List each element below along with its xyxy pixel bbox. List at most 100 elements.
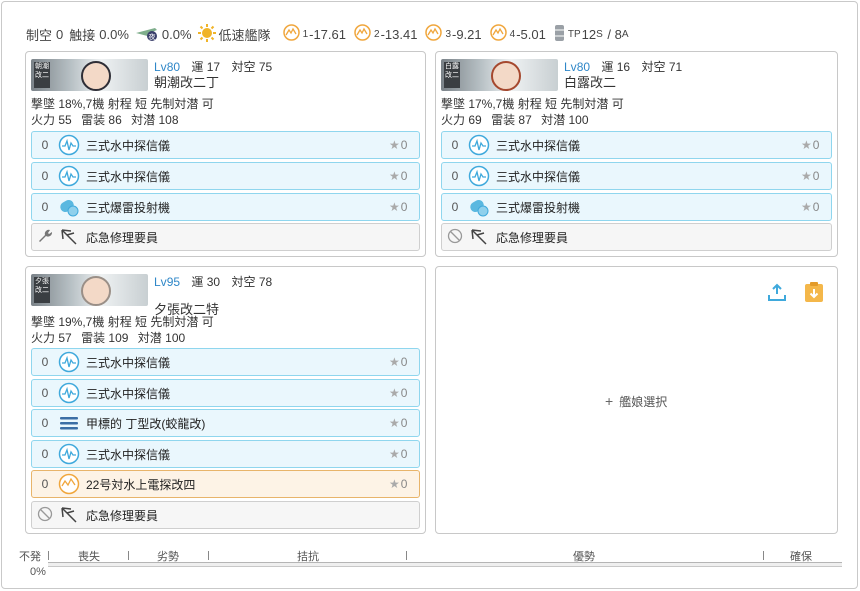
ship-banner-image[interactable]: 夕張 改二 [31,274,148,306]
equipment-slot[interactable]: 0 三式水中探信儀 0 [31,348,420,376]
level-label: Lv [154,275,167,289]
improvement-stars: 0 [801,200,831,214]
damecon-icon [58,226,80,248]
ship-stats-line-2: 火力 69 雷装 87 対潜 100 [441,113,589,128]
equipment-slot[interactable]: 0 三式水中探信儀 0 [31,131,420,159]
ship-stats-line-1: 撃墜 19%,7機 射程 短 先制対潜 可 [31,315,214,329]
los-value-3: -9.21 [452,26,482,42]
slot-count: 0 [451,200,459,214]
firepower-label: 火力 [31,331,56,345]
los-coef-2: 2 [374,28,380,40]
asw-label: 対潜 [137,331,162,345]
los-icon [425,24,443,44]
slot-count: 0 [41,416,49,430]
torpedo-value: 86 [108,113,122,127]
paste-icon[interactable] [804,281,824,308]
equipment-name: 三式水中探信儀 [496,169,581,184]
improvement-stars: 0 [389,355,419,369]
firepower-value: 69 [468,113,482,127]
result-left-value: 0% [30,566,46,578]
torpedo-value: 109 [108,331,129,345]
reinforcement-slot[interactable]: 応急修理要員 [441,223,832,251]
equipment-slot[interactable]: 0 三式爆雷投射機 0 [441,193,832,221]
tp-a-value: 8 [614,26,622,42]
midget-sub-icon [58,412,80,434]
torpedo-label: 雷装 [81,113,106,127]
equipment-name: 三式水中探信儀 [86,169,171,184]
los-icon [354,24,371,44]
torpedo-label: 雷装 [491,113,516,127]
equipment-name: 三式水中探信儀 [86,355,171,370]
ship-card[interactable]: 夕張 改二 Lv95 運 30 対空 78 夕張改二特 撃墜 19%,7機 射程 … [25,266,426,534]
improvement-stars: 0 [389,447,419,461]
bar-tick [48,551,49,560]
damecon-icon [58,504,80,526]
sonar-icon [58,443,80,465]
improvement-stars: 0 [389,416,419,430]
luck-value: 16 [616,60,631,74]
equipment-name: 三式爆雷投射機 [86,200,171,215]
fleet-speed: 低速艦隊 [218,27,271,43]
ship-card[interactable]: 白露 改二 Lv80 運 16 対空 71 白露改二 撃墜 17%,7機 射程 短… [435,51,838,257]
improvement-stars: 0 [389,477,419,491]
luck-label: 運 [191,275,204,289]
depth-charge-icon [468,196,490,218]
import-icon[interactable] [766,283,788,308]
tp-s-value: 12 [581,26,597,42]
ship-banner-image[interactable]: 白露 改二 [441,59,558,91]
reinforcement-slot[interactable]: 応急修理要員 [31,223,420,251]
reinforcement-slot[interactable]: 応急修理要員 [31,501,420,529]
improvement-stars: 0 [801,169,831,183]
depth-charge-icon [58,196,80,218]
equipment-name: 三式水中探信儀 [86,447,171,462]
equipment-slot[interactable]: 0 三式水中探信儀 0 [441,131,832,159]
equipment-name: 三式爆雷投射機 [496,200,581,215]
equipment-slot[interactable]: 0 三式水中探信儀 0 [441,162,832,190]
slot-count: 0 [41,355,49,369]
ship-header: Lv80 運 17 対空 75 朝潮改二丁 [154,60,272,91]
luck-value: 17 [206,60,221,74]
sonar-icon [58,134,80,156]
equipment-slot[interactable]: 0 三式水中探信儀 0 [31,440,420,468]
firepower-label: 火力 [441,113,466,127]
torpedo-value: 87 [518,113,532,127]
level-value: 95 [166,275,181,289]
equipment-slot[interactable]: 0 甲標的 丁型改(蛟龍改) 0 [31,409,420,437]
los-coef-1: 1 [302,28,309,40]
los-coef-4: 4 [509,28,516,40]
segment-label: 優勢 [573,551,595,563]
ship-name[interactable]: 白露改二 [564,75,616,90]
contact-value: 0.0% [99,26,129,42]
select-ship-button[interactable]: + 艦娘選択 [605,393,667,410]
segment-label: 拮抗 [297,551,319,563]
equipment-name: 22号対水上電探改四 [86,477,196,492]
equipment-slot[interactable]: 0 三式水中探信儀 0 [31,379,420,407]
ship-banner-image[interactable]: 朝潮 改二 [31,59,148,91]
torpedo-label: 雷装 [81,331,106,345]
equipment-name: 三式水中探信儀 [496,138,581,153]
segment-label: 喪失 [78,551,100,563]
no-entry-icon [442,228,468,247]
sonar-icon [58,165,80,187]
ship-header: Lv80 運 16 対空 71 白露改二 [564,60,682,91]
firepower-value: 55 [58,113,72,127]
improvement-stars: 0 [389,386,419,400]
air-power-label: 制空 [26,27,53,43]
ship-header: Lv95 運 30 対空 78 夕張改二特 [154,275,272,318]
wrench-icon [32,228,58,247]
equipment-slot[interactable]: 0 三式爆雷投射機 0 [31,193,420,221]
equipment-slot[interactable]: 0 三式水中探信儀 0 [31,162,420,190]
tp-a-rank: A [621,28,629,40]
level-label: Lv [154,60,167,74]
bar-tick [763,551,764,560]
bar-tick [128,551,129,560]
sonar-icon [468,134,490,156]
luck-value: 30 [206,275,221,289]
damecon-icon [468,226,490,248]
sonar-icon [58,351,80,373]
asw-label: 対潜 [541,113,566,127]
ship-card[interactable]: 朝潮 改二 Lv80 運 17 対空 75 朝潮改二丁 撃墜 18%,7機 射程 … [25,51,426,257]
equipment-slot[interactable]: 0 22号対水上電探改四 0 [31,470,420,498]
level-value: 80 [576,60,591,74]
ship-name[interactable]: 朝潮改二丁 [154,75,219,90]
